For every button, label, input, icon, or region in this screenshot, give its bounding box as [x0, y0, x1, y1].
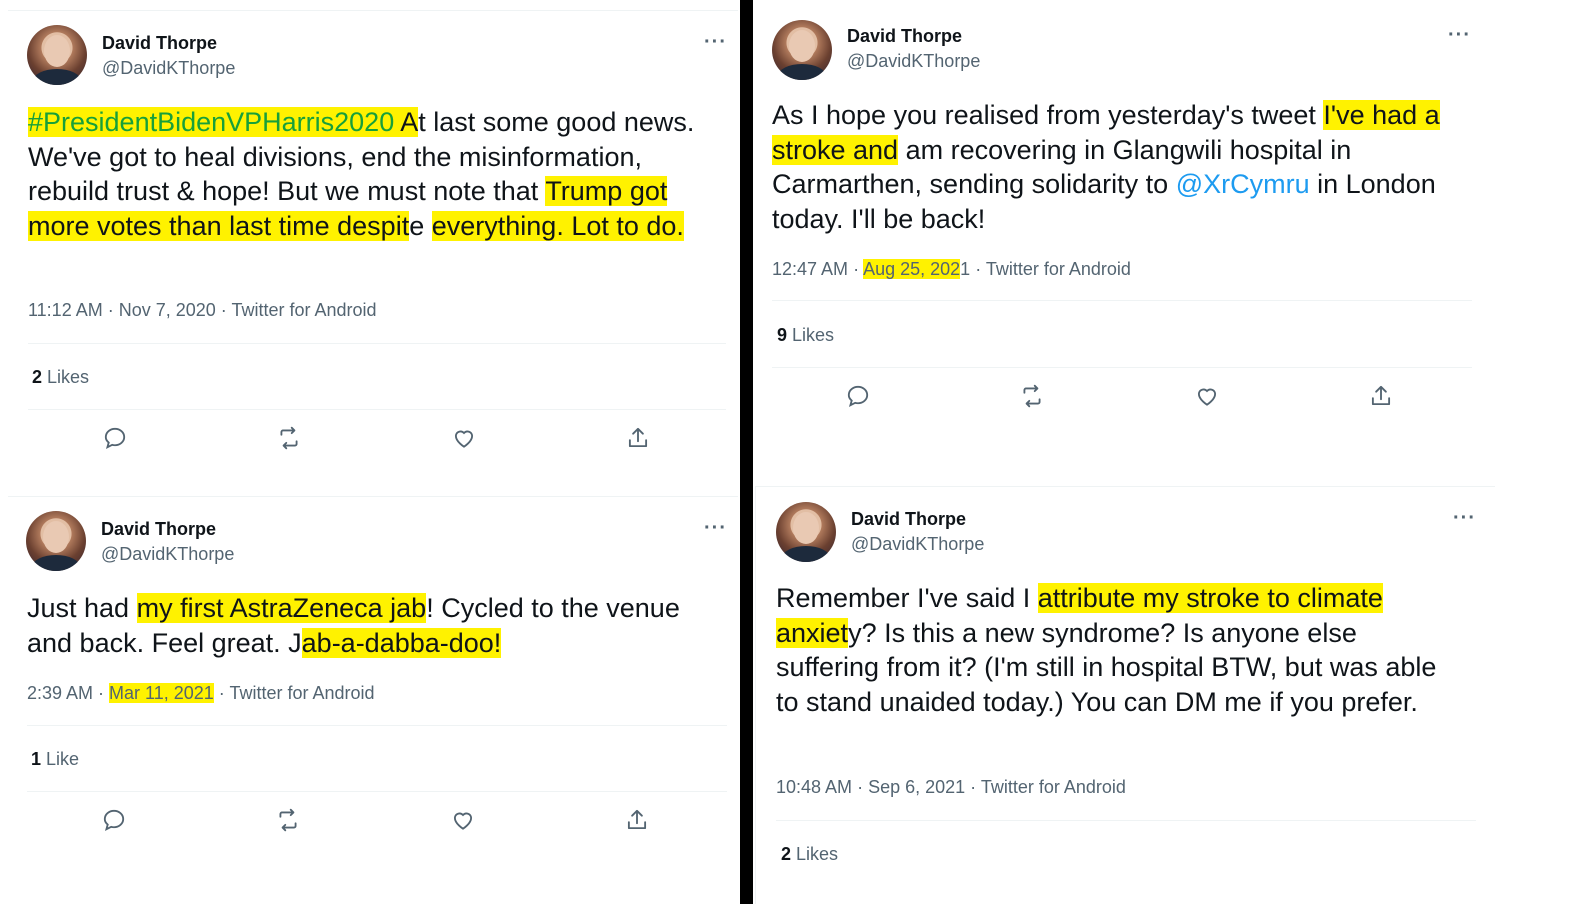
author-name[interactable]: David Thorpe	[101, 519, 216, 540]
tweet-meta: 11:12 AM · Nov 7, 2020 · Twitter for And…	[28, 300, 377, 320]
avatar[interactable]	[772, 20, 832, 80]
tweet-meta: 12:47 AM · Aug 25, 2021 · Twitter for An…	[772, 259, 1131, 279]
action-bar	[755, 383, 1492, 413]
more-options-icon[interactable]: ···	[1448, 24, 1471, 47]
more-options-icon[interactable]: ···	[704, 31, 727, 54]
more-options-icon[interactable]: ···	[704, 517, 727, 540]
retweet-icon[interactable]	[275, 807, 305, 837]
tweet-time[interactable]: 11:12 AM	[28, 300, 103, 320]
tweet-text: Remember I've said I attribute my stroke…	[776, 583, 1437, 717]
author-name[interactable]: David Thorpe	[102, 33, 217, 54]
likes-count[interactable]: 9 Likes	[777, 325, 834, 346]
reply-icon[interactable]	[845, 383, 875, 413]
tweet-source[interactable]: Twitter for Android	[231, 300, 376, 320]
tweet-card-1[interactable]: David Thorpe @DavidKThorpe ··· #Presiden…	[8, 10, 738, 462]
avatar[interactable]	[776, 502, 836, 562]
tweet-card-3[interactable]: David Thorpe @DavidKThorpe ··· Just had …	[8, 496, 738, 904]
tweet-date[interactable]: Nov 7, 2020	[119, 300, 216, 320]
share-icon[interactable]	[1368, 383, 1398, 413]
divider-line	[776, 820, 1476, 821]
tweet-time[interactable]: 2:39 AM	[27, 683, 93, 703]
divider-line	[28, 343, 726, 344]
action-bar	[8, 807, 738, 837]
tweet-source[interactable]: Twitter for Android	[981, 777, 1126, 797]
likes-count[interactable]: 2 Likes	[32, 367, 89, 388]
share-icon[interactable]	[624, 807, 654, 837]
avatar[interactable]	[27, 25, 87, 85]
tweet-source[interactable]: Twitter for Android	[229, 683, 374, 703]
action-bar	[8, 425, 738, 455]
divider-line	[27, 725, 727, 726]
reply-icon[interactable]	[102, 425, 132, 455]
avatar[interactable]	[26, 511, 86, 571]
tweet-date[interactable]: Aug 25, 2021	[863, 259, 970, 279]
tweet-source[interactable]: Twitter for Android	[986, 259, 1131, 279]
divider-line	[772, 367, 1472, 368]
tweet-meta: 2:39 AM · Mar 11, 2021 · Twitter for And…	[27, 683, 375, 703]
retweet-icon[interactable]	[276, 425, 306, 455]
author-handle[interactable]: @DavidKThorpe	[847, 51, 980, 72]
divider-line	[27, 791, 727, 792]
tweet-card-4[interactable]: David Thorpe @DavidKThorpe ··· Remember …	[755, 486, 1495, 904]
divider-line	[772, 300, 1472, 301]
panel-divider	[740, 0, 753, 904]
like-icon[interactable]	[451, 425, 481, 455]
hashtag-link[interactable]: #PresidentBidenVPHarris2020	[28, 107, 395, 137]
author-handle[interactable]: @DavidKThorpe	[101, 544, 234, 565]
like-icon[interactable]	[450, 807, 480, 837]
author-handle[interactable]: @DavidKThorpe	[851, 534, 984, 555]
retweet-icon[interactable]	[1019, 383, 1049, 413]
likes-count[interactable]: 2 Likes	[781, 844, 838, 865]
tweet-date[interactable]: Sep 6, 2021	[868, 777, 965, 797]
tweet-card-2[interactable]: David Thorpe @DavidKThorpe ··· As I hope…	[755, 0, 1492, 462]
likes-count[interactable]: 1 Like	[31, 749, 79, 770]
tweet-date[interactable]: Mar 11, 2021	[109, 683, 214, 703]
like-icon[interactable]	[1194, 383, 1224, 413]
tweet-text: #PresidentBidenVPHarris2020 At last some…	[28, 107, 695, 241]
tweet-meta: 10:48 AM · Sep 6, 2021 · Twitter for And…	[776, 777, 1126, 797]
divider-line	[28, 409, 726, 410]
tweet-text: As I hope you realised from yesterday's …	[772, 100, 1440, 234]
reply-icon[interactable]	[101, 807, 131, 837]
author-name[interactable]: David Thorpe	[847, 26, 962, 47]
mention-link[interactable]: @XrCymru	[1176, 169, 1310, 199]
share-icon[interactable]	[625, 425, 655, 455]
tweet-text: Just had my first AstraZeneca jab! Cycle…	[27, 593, 680, 658]
author-handle[interactable]: @DavidKThorpe	[102, 58, 235, 79]
more-options-icon[interactable]: ···	[1453, 507, 1476, 530]
tweet-time[interactable]: 12:47 AM	[772, 259, 848, 279]
tweet-time[interactable]: 10:48 AM	[776, 777, 852, 797]
author-name[interactable]: David Thorpe	[851, 509, 966, 530]
